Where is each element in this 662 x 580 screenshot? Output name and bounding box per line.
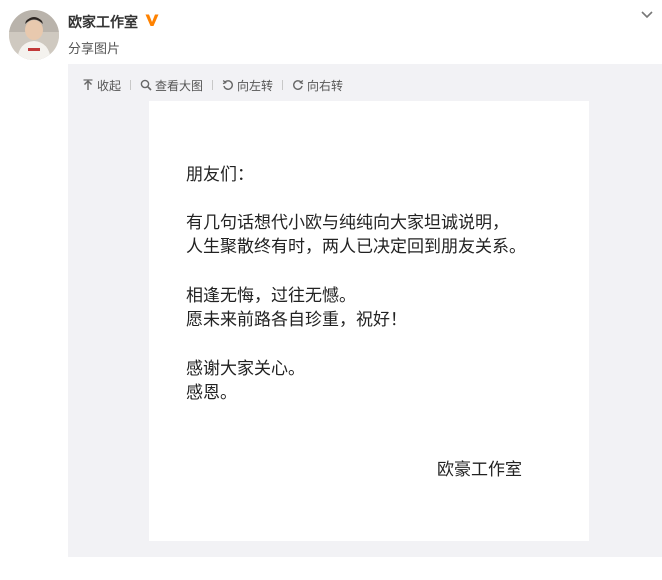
rotate-left-icon <box>222 80 233 90</box>
author-name[interactable]: 欧家工作室 <box>68 12 138 32</box>
toolbar-divider <box>282 80 284 90</box>
avatar[interactable] <box>9 10 59 60</box>
search-icon <box>140 79 152 91</box>
avatar-image <box>9 10 59 60</box>
view-large-button[interactable]: 查看大图 <box>140 77 203 94</box>
rotate-left-button[interactable]: 向左转 <box>222 77 273 94</box>
post-subtitle: 分享图片 <box>68 42 121 57</box>
toolbar-divider <box>130 80 132 90</box>
post-header: 欧家工作室 分享图片 <box>0 0 662 62</box>
letter-line: 相逢无悔，过往无憾。 <box>186 286 356 306</box>
rotate-right-label: 向右转 <box>307 78 344 93</box>
rotate-left-label: 向左转 <box>237 78 274 93</box>
verified-icon <box>145 14 159 26</box>
rotate-right-icon <box>293 80 304 90</box>
collapse-label: 收起 <box>97 78 122 93</box>
letter-line: 感恩。 <box>186 383 237 403</box>
letter-image[interactable]: 朋友们： 有几句话想代小欧与纯纯向大家坦诚说明， 人生聚散终有时，两人已决定回到… <box>149 101 589 541</box>
collapse-button[interactable]: 收起 <box>82 77 121 94</box>
letter-signature: 欧豪工作室 <box>437 460 522 480</box>
rotate-right-button[interactable]: 向右转 <box>292 77 343 94</box>
letter-line: 人生聚散终有时，两人已决定回到朋友关系。 <box>186 237 526 257</box>
media-panel: 收起 查看大图 向左转 向右转 朋友们： 有几句话想代小欧与纯纯向大家坦诚说明，… <box>68 64 662 557</box>
letter-greeting: 朋友们： <box>186 165 254 185</box>
letter-line: 感谢大家关心。 <box>186 359 305 379</box>
arrow-up-icon <box>83 79 93 90</box>
view-large-label: 查看大图 <box>155 78 204 93</box>
media-toolbar: 收起 查看大图 向左转 向右转 <box>82 77 343 93</box>
toolbar-divider <box>212 80 214 90</box>
letter-line: 有几句话想代小欧与纯纯向大家坦诚说明， <box>186 213 509 233</box>
chevron-down-icon[interactable] <box>640 10 654 20</box>
letter-line: 愿未来前路各自珍重，祝好！ <box>186 310 407 330</box>
